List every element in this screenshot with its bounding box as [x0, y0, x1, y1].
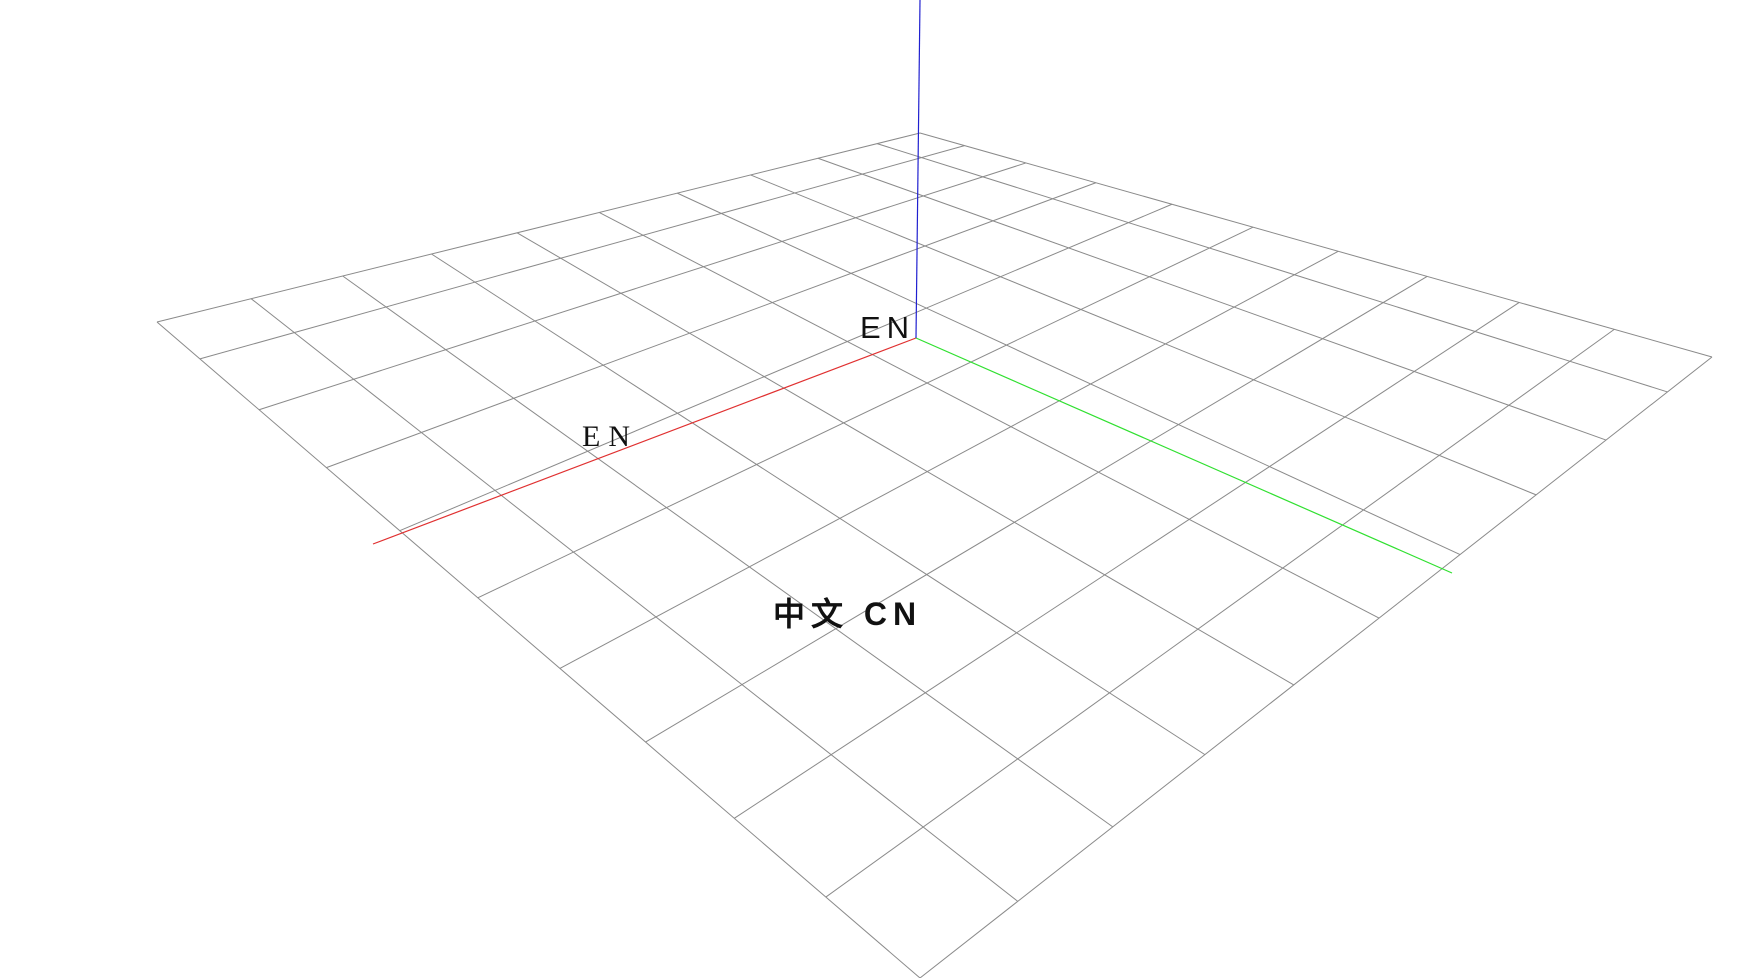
- grid-line: [876, 143, 1668, 393]
- 3d-viewport[interactable]: EN EN 中文 CN: [0, 0, 1739, 978]
- grid-line: [919, 356, 1713, 978]
- grid-line: [817, 157, 1607, 441]
- grid-line: [677, 192, 1461, 555]
- z-axis-line: [915, 0, 921, 339]
- ground-label: 中文 CN: [773, 596, 922, 632]
- grid-line: [156, 132, 921, 323]
- y-axis-line: [915, 337, 1453, 574]
- grid-line: [559, 250, 1339, 669]
- x-axis-label: EN: [582, 420, 638, 453]
- grid-line: [598, 212, 1380, 619]
- grid-line: [825, 328, 1615, 898]
- grid-line: [431, 253, 1206, 756]
- x-axis-line: [372, 337, 917, 545]
- scene-canvas[interactable]: EN EN 中文 CN: [0, 0, 1739, 978]
- origin-label: EN: [860, 310, 915, 345]
- ground-grid: [156, 132, 1713, 978]
- grid-line: [342, 275, 1114, 828]
- grid-line: [477, 226, 1254, 599]
- grid-line: [399, 203, 1173, 532]
- grid-line: [258, 162, 1027, 411]
- grid-line: [326, 182, 1097, 469]
- grid-line: [919, 132, 1713, 358]
- grid-line: [156, 321, 921, 978]
- scene-labels: EN EN 中文 CN: [582, 310, 922, 632]
- grid-line: [734, 302, 1520, 819]
- grid-line: [199, 145, 965, 360]
- axes-helper: [372, 0, 1453, 574]
